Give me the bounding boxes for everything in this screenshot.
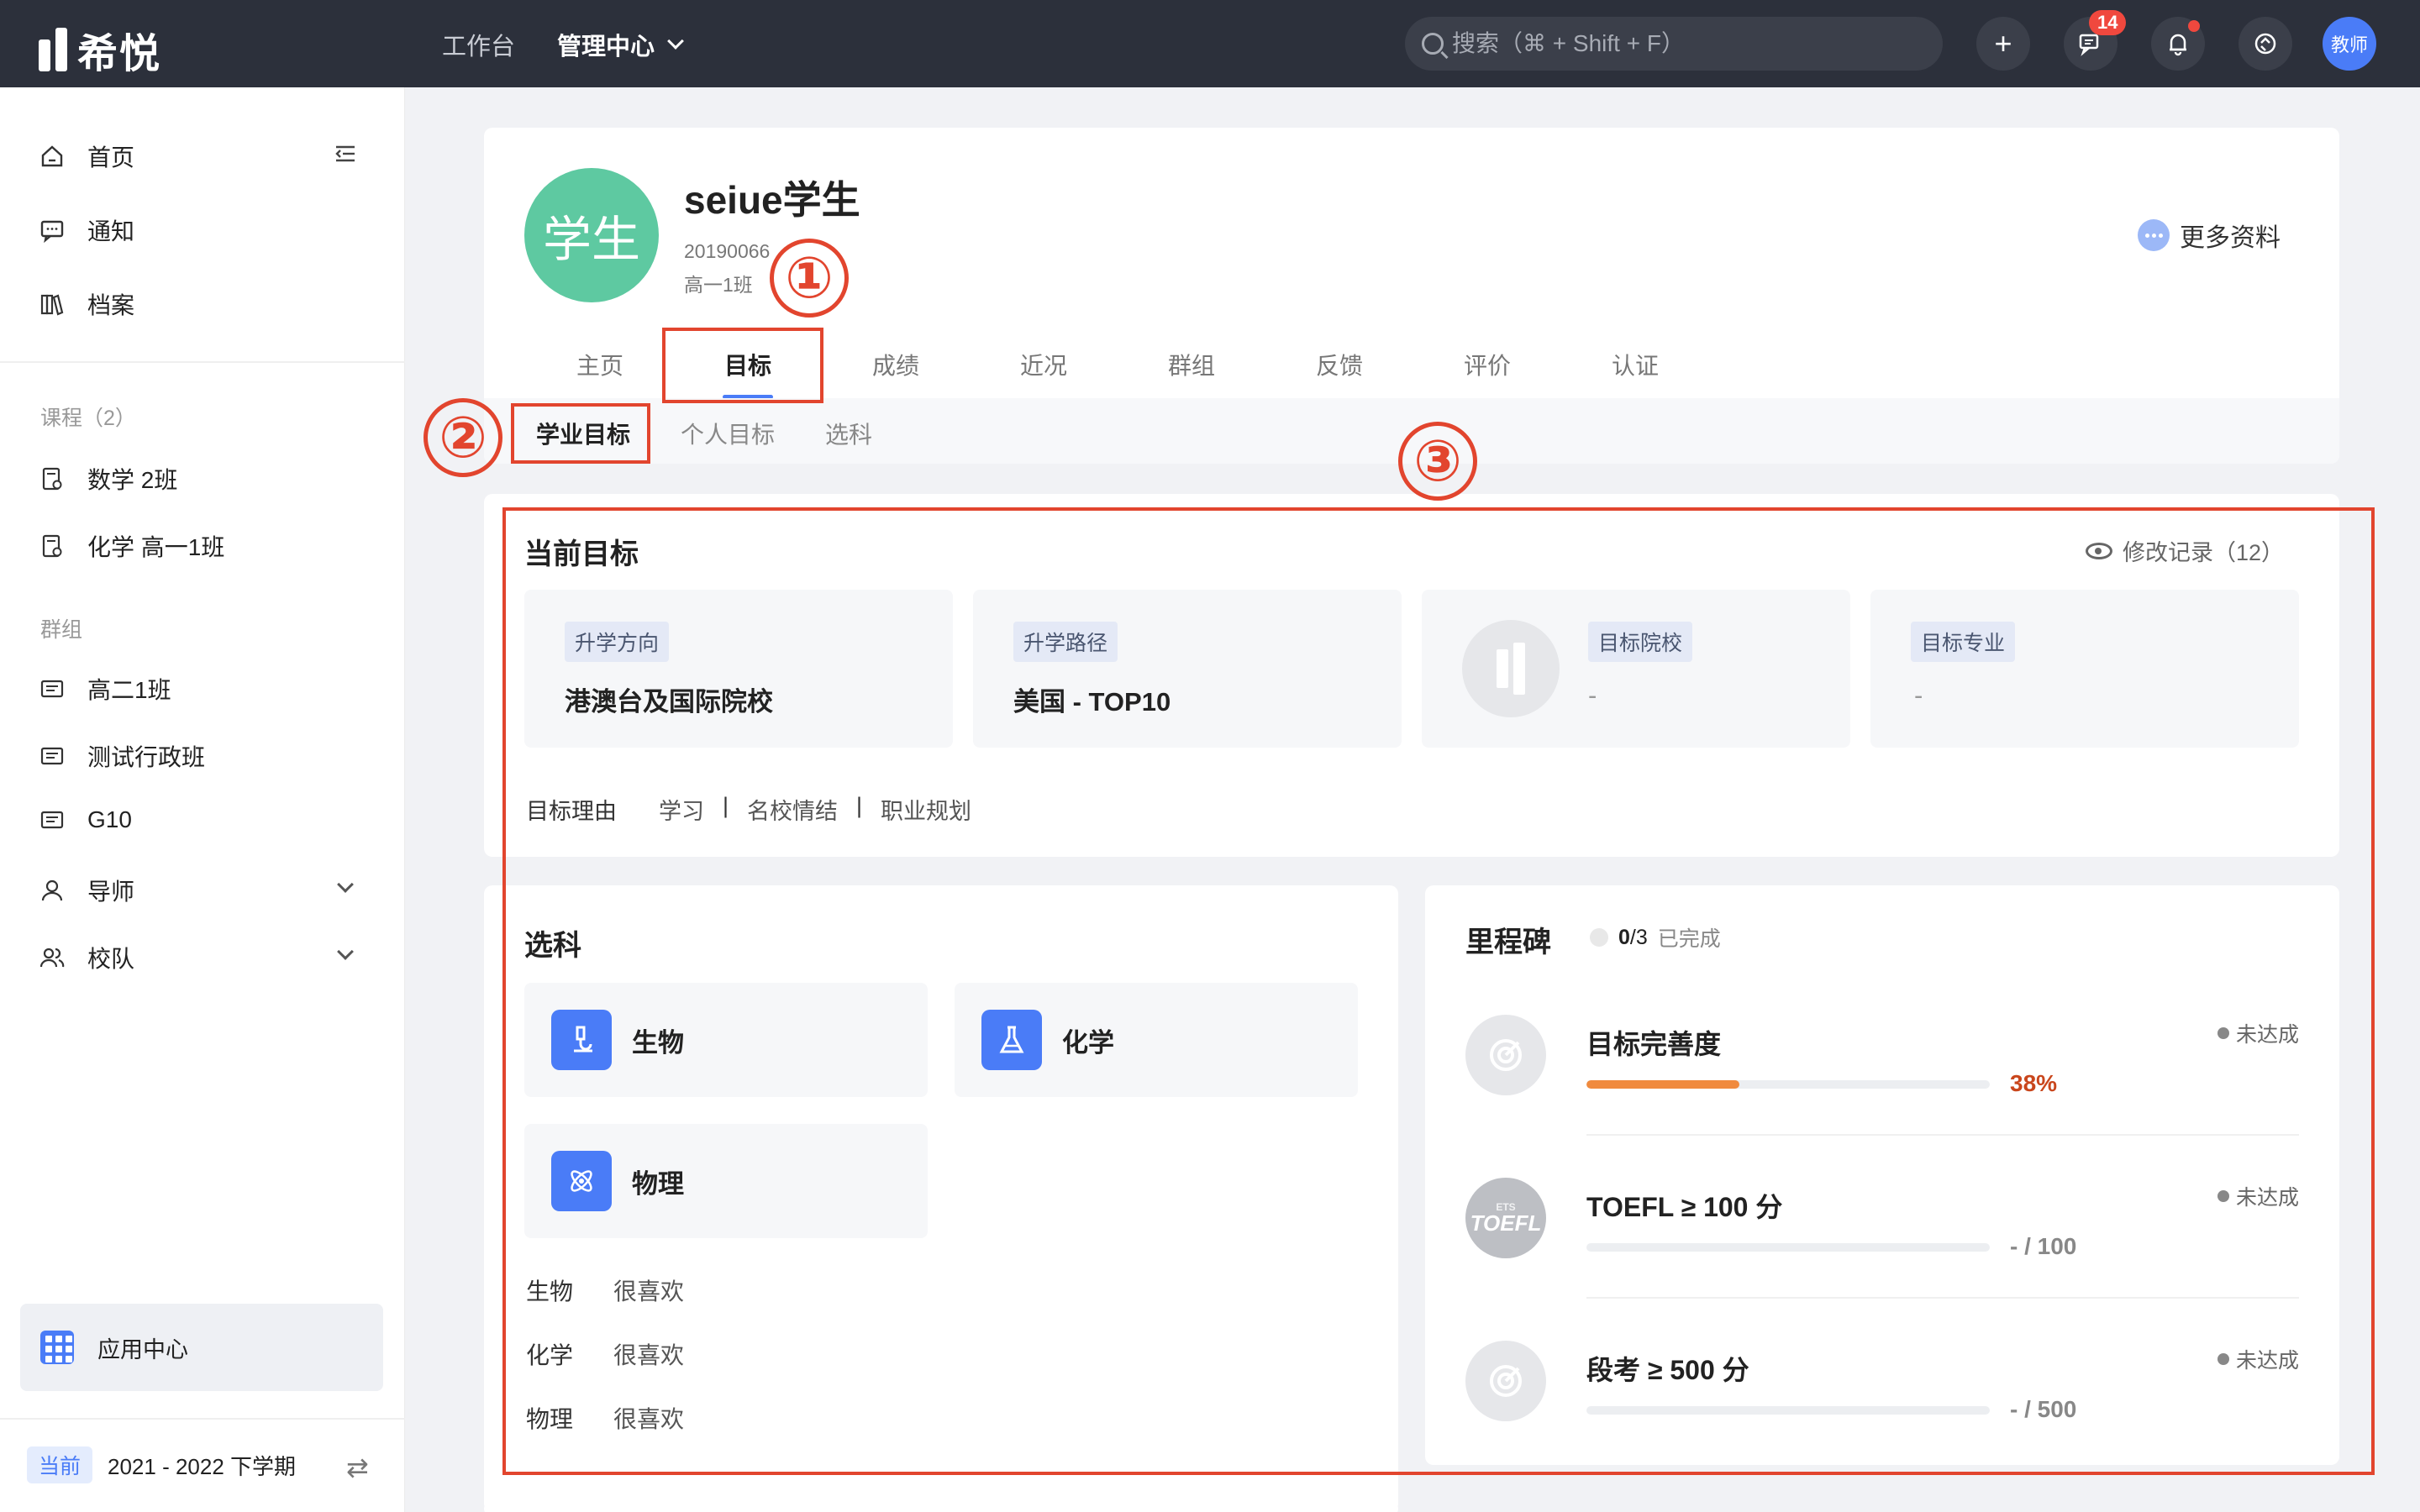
top-bar: 希悦 工作台 管理中心 + 14 教师 [0, 0, 2420, 87]
message-icon [39, 217, 66, 244]
more-icon [2138, 219, 2170, 251]
group-icon [39, 675, 66, 702]
course-icon [39, 533, 66, 559]
notifications-button[interactable] [2151, 17, 2205, 71]
search-input[interactable] [1452, 30, 1923, 57]
user-avatar[interactable]: 教师 [2323, 17, 2376, 71]
sidebar: 首页 通知 档案 课程（2） 数学 2班 化学 高一1班 群组 高二1班 测试行… [0, 87, 405, 1512]
add-button[interactable]: + [1976, 17, 2030, 71]
nav-admin-center[interactable]: 管理中心 [557, 27, 684, 62]
sidebar-item-label: 高二1班 [87, 677, 171, 703]
sidebar-item-course[interactable]: 数学 2班 [39, 462, 177, 496]
next-card [484, 1500, 1398, 1512]
sidebar-item-course[interactable]: 化学 高一1班 [39, 529, 224, 563]
messages-button[interactable]: 14 [2064, 10, 2127, 71]
tab-home[interactable]: 主页 [526, 348, 674, 390]
more-info-label: 更多资料 [2180, 224, 2281, 252]
sidebar-group-courses: 课程（2） [40, 407, 136, 430]
swap-icon[interactable]: ⇄ [346, 1452, 369, 1483]
chevron-down-icon [667, 33, 684, 50]
chevron-down-icon[interactable] [337, 943, 354, 960]
collapse-sidebar-icon[interactable] [333, 141, 358, 166]
books-icon [39, 291, 66, 318]
search-icon [1422, 33, 1444, 55]
sidebar-item-label: 数学 2班 [87, 467, 178, 493]
sidebar-divider [0, 1418, 405, 1420]
sidebar-item-label: 导师 [87, 879, 135, 905]
course-icon [39, 465, 66, 492]
person-icon [39, 877, 66, 904]
sidebar-item-label: 测试行政班 [87, 744, 206, 770]
home-icon [39, 143, 66, 170]
more-info-button[interactable]: 更多资料 [2138, 217, 2281, 254]
tab-evaluation[interactable]: 评价 [1413, 348, 1561, 390]
subtab-personal-goal[interactable]: 个人目标 [681, 417, 775, 450]
chevron-down-icon[interactable] [337, 876, 354, 893]
sidebar-item-label: G10 [87, 806, 132, 832]
group-icon [39, 806, 66, 833]
nav-admin-label: 管理中心 [557, 34, 655, 60]
search-box[interactable] [1405, 17, 1943, 71]
group-icon [39, 743, 66, 769]
term-selector[interactable]: 当前 2021 - 2022 下学期 [27, 1446, 296, 1483]
switch-account-button[interactable] [2238, 17, 2292, 71]
app-center-label: 应用中心 [97, 1336, 188, 1362]
annotation-box-goals-tab [662, 328, 823, 403]
sidebar-item-label: 首页 [87, 144, 135, 171]
sidebar-item-label: 档案 [87, 292, 135, 318]
sidebar-group-groups: 群组 [40, 618, 83, 642]
annotation-number: ② [424, 398, 502, 477]
grid-icon [40, 1331, 74, 1364]
tab-grades[interactable]: 成绩 [822, 348, 970, 390]
nav-workbench[interactable]: 工作台 [442, 27, 515, 62]
sidebar-item-label: 通知 [87, 218, 135, 244]
notification-dot [2188, 20, 2200, 32]
sidebar-item-archive[interactable]: 档案 [39, 287, 134, 321]
people-icon [39, 944, 66, 971]
current-term-badge: 当前 [27, 1446, 93, 1483]
sidebar-item-label: 校队 [87, 946, 135, 972]
student-class: 高一1班 [684, 274, 753, 296]
annotation-number: ③ [1398, 422, 1477, 501]
tab-recent[interactable]: 近况 [970, 348, 1118, 390]
student-avatar: 学生 [524, 168, 659, 302]
student-id: 20190066 [684, 240, 771, 262]
bell-icon [2170, 34, 2186, 56]
sidebar-divider [0, 361, 405, 363]
plus-icon: + [1994, 26, 2012, 60]
term-label: 2021 - 2022 下学期 [108, 1453, 297, 1479]
app-logo[interactable]: 希悦 [39, 20, 161, 79]
logo-text: 希悦 [77, 32, 162, 76]
profile-card: 学生 seiue学生 20190066 高一1班 更多资料 主页 目标 成绩 近… [484, 128, 2339, 464]
sidebar-item-label: 化学 高一1班 [87, 534, 225, 560]
top-nav: 工作台 管理中心 [442, 27, 684, 62]
sidebar-item-group[interactable]: 测试行政班 [39, 739, 205, 773]
student-name: seiue学生 [684, 178, 860, 222]
annotation-number: ① [770, 239, 849, 318]
tab-groups[interactable]: 群组 [1118, 348, 1265, 390]
sidebar-item-notice[interactable]: 通知 [39, 213, 134, 247]
messages-badge: 14 [2089, 10, 2127, 35]
tab-feedback[interactable]: 反馈 [1265, 348, 1413, 390]
sidebar-item-group[interactable]: 高二1班 [39, 672, 171, 706]
sidebar-item-group[interactable]: G10 [39, 806, 132, 833]
logo-icon [39, 28, 67, 71]
sidebar-item-mentor[interactable]: 导师 [39, 874, 134, 907]
sidebar-item-home[interactable]: 首页 [39, 139, 134, 173]
subtab-subject-selection[interactable]: 选科 [825, 417, 872, 450]
switch-icon [2254, 33, 2276, 55]
sidebar-item-team[interactable]: 校队 [39, 941, 134, 974]
app-center-button[interactable]: 应用中心 [20, 1304, 383, 1391]
annotation-box-academic-goal [511, 403, 650, 464]
annotation-box-content [502, 507, 2375, 1475]
tab-certification[interactable]: 认证 [1561, 348, 1709, 390]
